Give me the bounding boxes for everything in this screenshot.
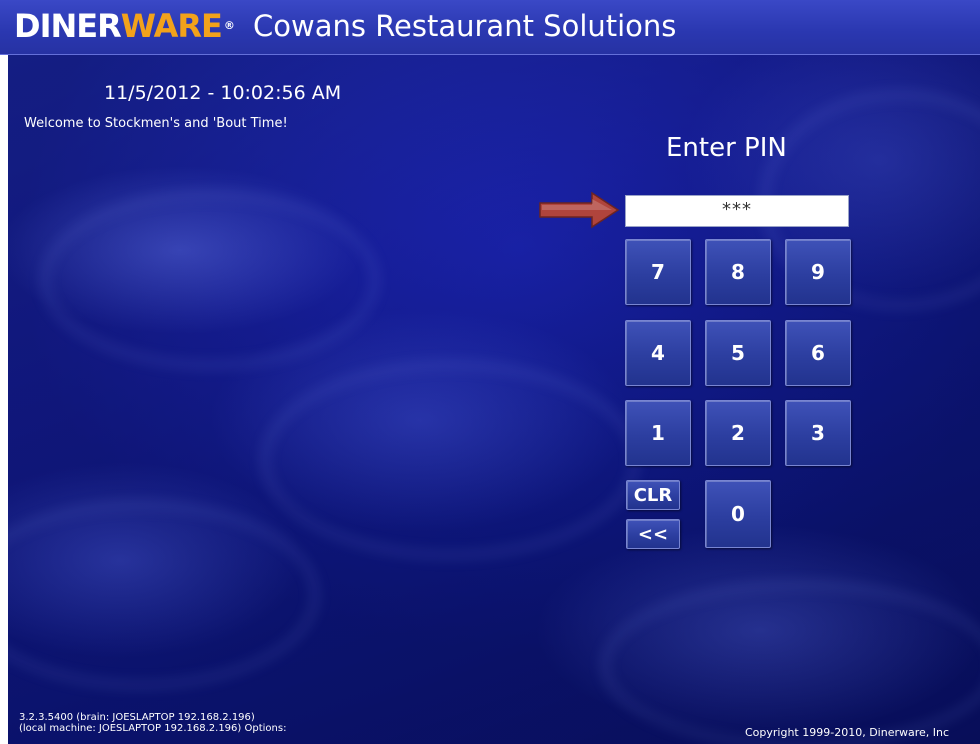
background-swirl bbox=[260, 360, 640, 560]
copyright-text: Copyright 1999-2010, Dinerware, Inc bbox=[745, 726, 950, 739]
key-4[interactable]: 4 bbox=[625, 320, 691, 386]
header-bar: DINERWARE ® Cowans Restaurant Solutions bbox=[0, 0, 980, 55]
version-info: 3.2.3.5400 (brain: JOESLAPTOP 192.168.2.… bbox=[19, 712, 286, 734]
backspace-button[interactable]: << bbox=[626, 519, 680, 549]
version-line-1: 3.2.3.5400 (brain: JOESLAPTOP 192.168.2.… bbox=[19, 712, 255, 723]
right-arrow-icon bbox=[539, 191, 620, 229]
key-9[interactable]: 9 bbox=[785, 239, 851, 305]
key-1[interactable]: 1 bbox=[625, 400, 691, 466]
key-3[interactable]: 3 bbox=[785, 400, 851, 466]
key-6[interactable]: 6 bbox=[785, 320, 851, 386]
key-2[interactable]: 2 bbox=[705, 400, 771, 466]
login-screen: DINERWARE ® Cowans Restaurant Solutions 1… bbox=[0, 0, 980, 744]
clear-button[interactable]: CLR bbox=[626, 480, 680, 510]
company-name: Cowans Restaurant Solutions bbox=[253, 9, 677, 43]
current-datetime: 11/5/2012 - 10:02:56 AM bbox=[104, 82, 342, 104]
background-swirl bbox=[40, 190, 380, 370]
version-line-2: (local machine: JOESLAPTOP 192.168.2.196… bbox=[19, 723, 287, 734]
key-7[interactable]: 7 bbox=[625, 239, 691, 305]
window-edge bbox=[0, 0, 8, 744]
key-5[interactable]: 5 bbox=[705, 320, 771, 386]
dinerware-logo: DINERWARE ® bbox=[14, 7, 235, 45]
pin-title: Enter PIN bbox=[666, 133, 787, 163]
key-8[interactable]: 8 bbox=[705, 239, 771, 305]
background-swirl bbox=[600, 580, 980, 744]
welcome-message: Welcome to Stockmen's and 'Bout Time! bbox=[24, 116, 288, 131]
pin-input[interactable]: *** bbox=[625, 195, 849, 227]
key-0[interactable]: 0 bbox=[705, 480, 771, 548]
background-swirl bbox=[0, 500, 320, 690]
